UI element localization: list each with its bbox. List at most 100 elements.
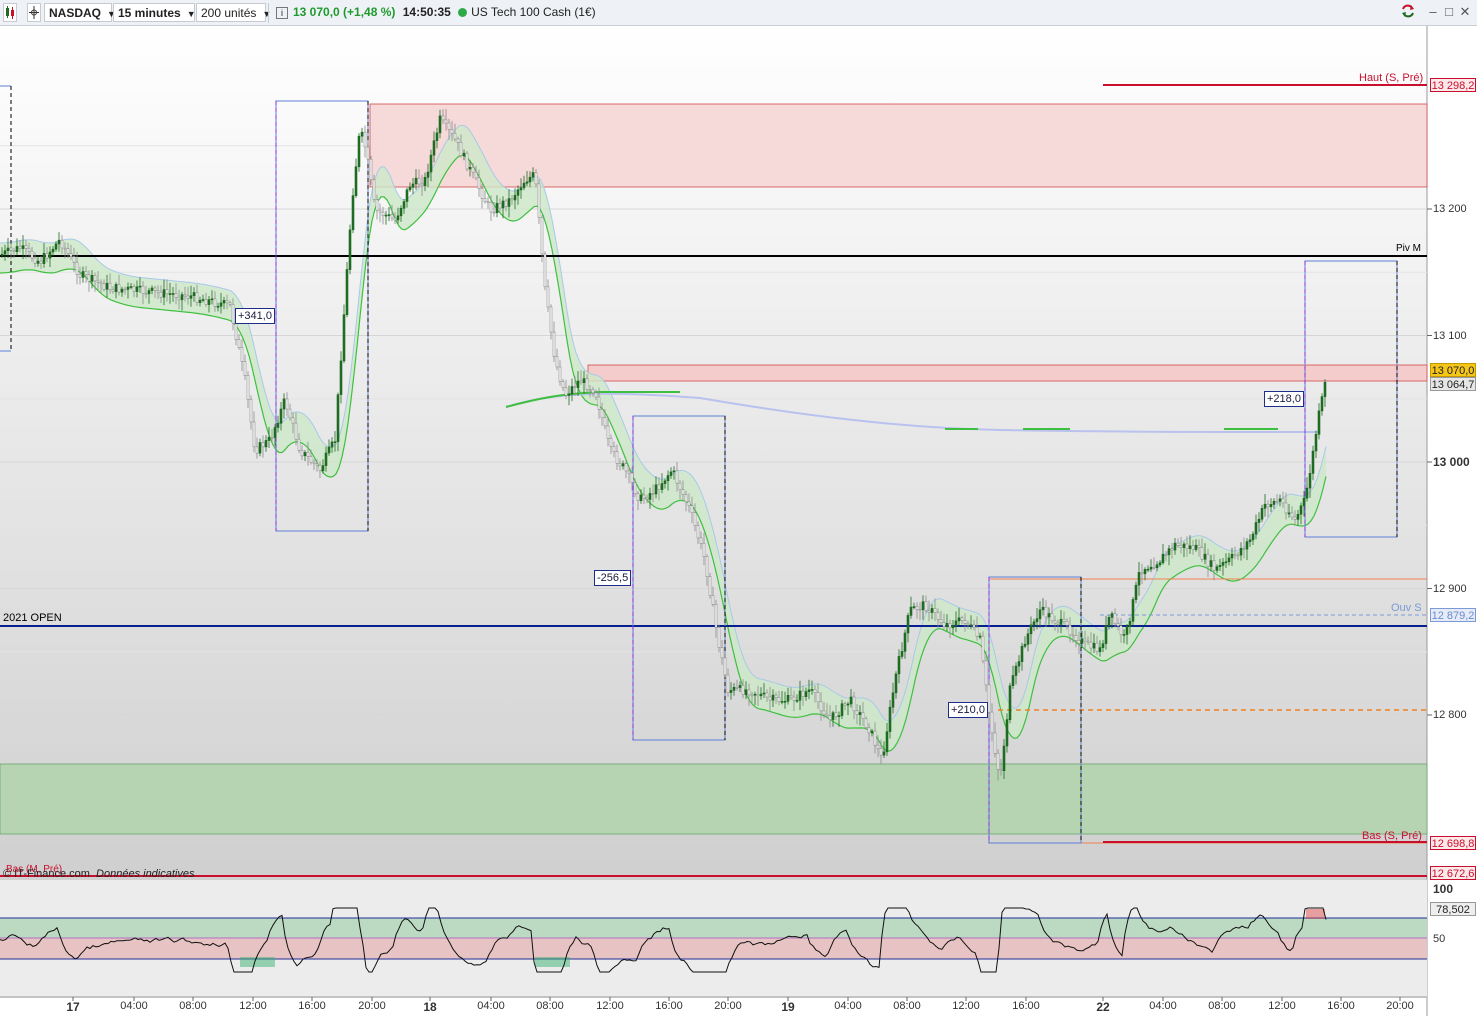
x-tick-label: 16:00 (1012, 1000, 1040, 1012)
candle-body (432, 140, 436, 156)
candle-body (1083, 638, 1087, 642)
candle-body (894, 673, 898, 694)
candle-body (993, 732, 997, 754)
candle-body (1299, 505, 1303, 515)
price-chart[interactable] (0, 0, 1477, 1016)
candle-body (843, 703, 847, 706)
candle-body (3, 250, 7, 255)
candle-body (216, 305, 220, 308)
x-tick-label: 08:00 (179, 1000, 207, 1012)
candle-body (939, 618, 943, 623)
candle-body (450, 129, 454, 134)
candle-body (930, 608, 934, 613)
candle-body (870, 730, 874, 734)
candle-body (639, 494, 643, 501)
candle-body (132, 286, 136, 292)
candle-body (321, 465, 325, 472)
candle-body (90, 274, 94, 282)
candle-body (1020, 645, 1024, 662)
candle-body (720, 647, 724, 659)
candle-body (483, 198, 487, 203)
candle-body (1023, 643, 1027, 647)
candle-body (1134, 584, 1138, 600)
candle-body (1098, 647, 1102, 652)
candle-body (810, 689, 814, 691)
candle-body (744, 689, 748, 695)
candle-body (249, 399, 253, 423)
candle-body (264, 440, 268, 448)
candle-body (1104, 625, 1108, 644)
candle-body (771, 694, 775, 701)
candle-body (102, 283, 106, 290)
candle-body (648, 493, 652, 500)
candle-body (435, 132, 439, 141)
candle-body (426, 171, 430, 178)
candle-body (750, 694, 754, 697)
candle-body (1071, 634, 1075, 637)
x-tick-label: 12:00 (952, 1000, 980, 1012)
candle-body (1254, 522, 1258, 535)
candle-body (651, 493, 655, 495)
candle-body (417, 177, 421, 185)
candle-body (438, 115, 442, 134)
candle-body (984, 660, 988, 686)
candle-body (339, 360, 343, 395)
candle-body (246, 374, 250, 400)
candle-body (27, 248, 31, 252)
candle-body (873, 730, 877, 746)
candle-body (63, 247, 67, 250)
candle-body (876, 744, 880, 749)
candle-body (807, 689, 811, 692)
candle-body (891, 692, 895, 708)
x-tick-label: 22 (1096, 1000, 1110, 1014)
candle-body (1131, 599, 1135, 622)
candle-body (378, 209, 382, 213)
candle-body (399, 208, 403, 217)
candle-body (1290, 512, 1294, 518)
candle-body (1038, 609, 1042, 620)
candle-body (225, 300, 229, 304)
candle-body (933, 608, 937, 613)
candle-body (276, 422, 280, 428)
candle-body (855, 710, 859, 715)
candle-body (510, 198, 514, 201)
candle-body (576, 380, 580, 388)
candle-body (171, 293, 175, 295)
candle-body (1245, 541, 1249, 550)
candle-body (1005, 719, 1009, 747)
candle-body (747, 689, 751, 696)
candle-body (540, 217, 544, 255)
candle-body (162, 289, 166, 298)
candle-body (1320, 396, 1324, 412)
candle-body (672, 470, 676, 473)
candle-body (105, 282, 109, 290)
candle-body (150, 287, 154, 291)
candle-body (501, 200, 505, 209)
candle-body (552, 331, 556, 357)
candle-body (909, 606, 913, 616)
candle-body (1194, 544, 1198, 550)
candle-body (1182, 543, 1186, 548)
candle-body (1206, 553, 1210, 567)
candle-body (1170, 548, 1174, 551)
candle-body (57, 239, 61, 245)
candle-body (1107, 617, 1111, 626)
candle-body (723, 657, 727, 676)
candle-body (1314, 433, 1318, 452)
candle-body (1056, 622, 1060, 625)
candle-body (1281, 498, 1285, 504)
candle-body (774, 694, 778, 698)
candle-body (963, 620, 967, 624)
candle-body (1278, 498, 1282, 502)
candle-body (954, 620, 958, 626)
candle-body (1236, 554, 1240, 557)
candle-body (66, 248, 70, 254)
x-tick-label: 04:00 (834, 1000, 862, 1012)
candle-body (75, 261, 79, 275)
candle-body (444, 119, 448, 124)
candle-body (282, 398, 286, 410)
candle-body (1260, 508, 1264, 520)
rsi-extreme-fill (1306, 909, 1325, 919)
candle-body (609, 437, 613, 447)
candle-body (828, 715, 832, 720)
